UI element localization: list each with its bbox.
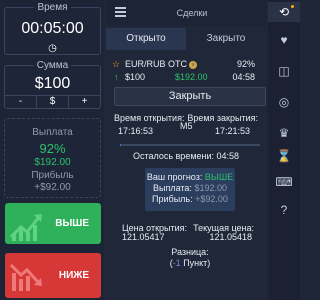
amount-value[interactable]: $100 [5,75,100,93]
deals-title: Сделки [176,8,208,18]
deal-progress-fill [120,144,122,146]
trade-controls-panel: Время 00:05:00 ◷ Сумма $100 - $ + Выплат… [0,0,104,300]
asset-pair: EUR/RUB OTC [125,59,188,69]
deal-times: Время открытия: 17:16:53 M5 Время закрыт… [106,113,266,141]
amount-label: Сумма [33,60,72,71]
chart-icon[interactable]: ◫ [268,64,300,78]
payout-amount: $192.00 [34,157,71,168]
profit-label: Прибыль [31,170,74,181]
amount-controls: - $ + [5,95,100,108]
heart-rate-icon[interactable]: ♥ [268,33,300,47]
forecast-profit: +$92.00 [195,194,228,204]
profit-amount: +$92.00 [34,182,71,193]
deal-percent: 92% [236,59,255,69]
time-remaining: Осталось времени: 04:58 [132,151,240,161]
amount-plus-button[interactable]: + [69,96,100,108]
close-deal-button[interactable]: Закрыть [114,87,266,106]
target-icon[interactable]: ◎ [268,95,300,109]
currency-button[interactable]: $ [37,96,69,108]
deals-header: Сделки [106,0,266,26]
difference-value: -1 [172,258,181,268]
open-time-value: 17:16:53 [118,126,154,136]
deals-tabs: Открыто Закрыто [106,28,266,50]
deal-time-left: 04:58 [232,72,255,82]
lower-button-label: НИЖЕ [58,270,89,281]
help-icon[interactable]: ? [268,203,300,217]
deal-amount: $100 [125,72,146,82]
forecast-payout-label: Выплата: [153,183,192,193]
price-difference: Разница: (-1 Пункт) [106,247,266,269]
trend-up-icon [9,214,42,241]
higher-button[interactable]: ВЫШЕ [5,203,101,244]
amount-minus-button[interactable]: - [5,96,37,108]
payout-panel: Выплата 92% $192.00 Прибыль +$92.00 [4,118,101,198]
forecast-label: Ваш прогноз: [146,172,203,182]
forecast-profit-label: Прибыль: [152,194,193,204]
open-time-label: Время открытия: [114,113,185,123]
current-price-value: 121.05418 [209,232,252,242]
history-icon[interactable]: ⟲ [268,2,300,22]
forecast-value: ВЫШЕ [204,172,234,182]
clock-icon[interactable]: ◷ [5,43,100,54]
time-selector[interactable]: Время 00:05:00 ◷ [4,2,101,55]
forecast-payout: $192.00 [194,183,227,193]
time-label: Время [34,2,71,13]
arrow-up-icon: ↑ [114,72,119,82]
lower-button[interactable]: НИЖЕ [5,253,101,298]
trend-down-icon [9,263,42,291]
open-price-value: 121.05417 [122,232,165,242]
payout-label: Выплата [32,127,73,138]
close-time-value: 17:21:53 [214,126,250,136]
tab-open[interactable]: Открыто [106,28,186,50]
amount-selector[interactable]: Сумма $100 - $ + [4,60,101,109]
forecast-box: Ваш прогноз: ВЫШЕ Выплата: $192.00 Прибы… [145,168,235,211]
time-value[interactable]: 00:05:00 [5,20,100,38]
keyboard-icon[interactable]: ⌨ [268,175,300,189]
star-icon[interactable]: ☆ [112,59,120,70]
difference-unit: Пункт) [180,258,211,268]
hourglass-icon[interactable]: ⌛ [268,149,300,163]
side-icon-rail: ⟲ ♥ ◫ ◎ ♛ ⌛ ⌨ ? [268,0,300,300]
otc-badge-icon: ♁ [189,61,198,69]
trophy-icon[interactable]: ♛ [268,126,300,140]
higher-button-label: ВЫШЕ [55,218,89,229]
notification-dot [291,5,294,8]
tab-closed[interactable]: Закрыто [186,28,266,50]
deal-progress-bar [120,144,260,146]
deal-payout: $192.00 [175,72,208,82]
close-time-label: Время закрытия: [187,113,258,123]
payout-percent: 92% [39,141,66,156]
deals-panel: Сделки Открыто Закрыто ☆ EUR/RUB OTC ♁ 92… [106,0,266,300]
difference-label: Разница: [171,247,209,257]
